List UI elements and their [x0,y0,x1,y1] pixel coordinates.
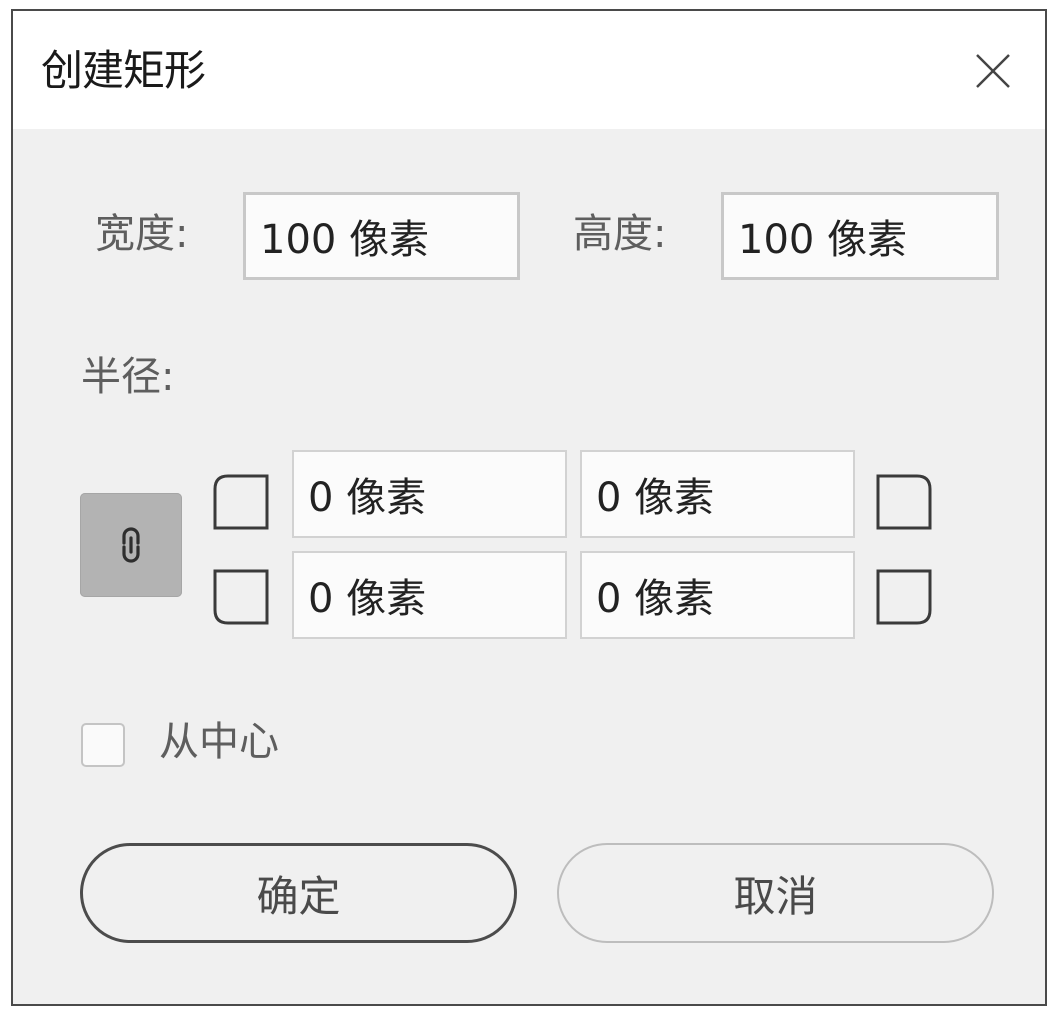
corner-top-left-icon [213,474,269,530]
cancel-button[interactable]: 取消 [557,843,994,943]
radius-bottom-right-field[interactable] [580,551,855,639]
close-button[interactable] [963,41,1023,101]
from-center-label[interactable]: 从中心 [159,717,279,767]
link-icon [122,527,140,563]
link-radius-button[interactable] [80,493,182,597]
radius-label: 半径: [81,354,175,400]
create-rectangle-dialog: 创建矩形 宽度: 高度: 半径: 从中心 [11,9,1047,1006]
ok-button[interactable]: 确定 [80,843,517,943]
dialog-titlebar: 创建矩形 [13,11,1045,129]
cancel-button-label: 取消 [733,871,818,921]
corner-bottom-left-icon [213,569,269,625]
from-center-checkbox[interactable] [81,723,125,767]
corner-top-right-icon [876,474,932,530]
radius-bottom-left-field[interactable] [292,551,567,639]
height-field[interactable] [721,192,999,280]
close-icon [976,54,1010,88]
radius-top-right-field[interactable] [580,450,855,538]
radius-top-left-field[interactable] [292,450,567,538]
width-field[interactable] [243,192,520,280]
dialog-title: 创建矩形 [41,46,206,95]
ok-button-label: 确定 [256,871,341,921]
width-label: 宽度: [95,211,189,257]
corner-bottom-right-icon [876,569,932,625]
height-label: 高度: [573,211,667,257]
